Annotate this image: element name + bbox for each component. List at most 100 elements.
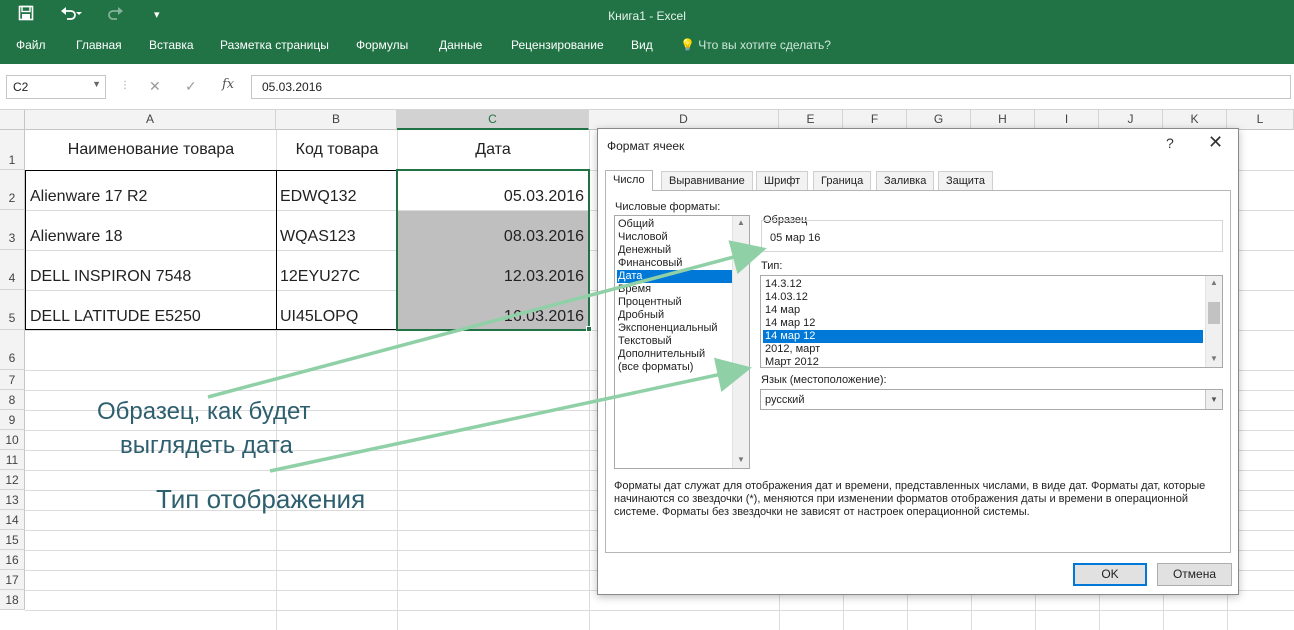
tab-formulas[interactable]: Формулы: [356, 38, 408, 52]
row-header-6[interactable]: 6: [0, 330, 25, 370]
row-header-11[interactable]: 11: [0, 450, 25, 470]
column-header-h[interactable]: H: [971, 110, 1035, 130]
type-item[interactable]: 2012, март: [763, 343, 1203, 356]
category-item[interactable]: Текстовый: [617, 335, 733, 348]
type-item[interactable]: 14.3.12: [763, 278, 1203, 291]
tab-review[interactable]: Рецензирование: [511, 38, 604, 52]
chevron-down-icon[interactable]: ▼: [1205, 390, 1222, 409]
cell-b5[interactable]: UI45LOPQ: [280, 308, 395, 326]
type-list[interactable]: 14.3.12 14.03.12 14 мар 14 мар 12 14 мар…: [760, 275, 1223, 368]
tell-me-box[interactable]: 💡 Что вы хотите сделать?: [680, 38, 831, 52]
fill-handle[interactable]: [586, 326, 592, 332]
category-item[interactable]: Дробный: [617, 309, 733, 322]
scroll-down-icon[interactable]: ▼: [737, 455, 745, 464]
tab-font[interactable]: Шрифт: [756, 171, 809, 191]
row-header-10[interactable]: 10: [0, 430, 25, 450]
cell-b4[interactable]: 12EYU27C: [280, 268, 395, 286]
cell-a4[interactable]: DELL INSPIRON 7548: [30, 268, 274, 286]
column-header-i[interactable]: I: [1035, 110, 1099, 130]
type-item[interactable]: 14 мар: [763, 304, 1203, 317]
row-header-18[interactable]: 18: [0, 590, 25, 610]
category-item[interactable]: Экспоненциальный: [617, 322, 733, 335]
row-header-2[interactable]: 2: [0, 170, 25, 210]
column-header-b[interactable]: B: [276, 110, 397, 130]
category-item[interactable]: (все форматы): [617, 361, 733, 374]
row-header-15[interactable]: 15: [0, 530, 25, 550]
help-icon[interactable]: ?: [1166, 135, 1174, 151]
column-header-j[interactable]: J: [1099, 110, 1163, 130]
enter-icon[interactable]: ✓: [185, 78, 197, 95]
cancel-button[interactable]: Отмена: [1157, 563, 1232, 586]
tab-data[interactable]: Данные: [439, 38, 482, 52]
column-header-c[interactable]: C: [397, 110, 589, 130]
row-header-5[interactable]: 5: [0, 290, 25, 330]
type-scrollbar[interactable]: ▲ ▼: [1205, 276, 1222, 367]
category-item[interactable]: Дополнительный: [617, 348, 733, 361]
row-header-8[interactable]: 8: [0, 390, 25, 410]
cell-b3[interactable]: WQAS123: [280, 228, 395, 246]
category-item[interactable]: Время: [617, 283, 733, 296]
column-header-k[interactable]: K: [1163, 110, 1227, 130]
scroll-up-icon[interactable]: ▲: [737, 218, 745, 227]
type-item-selected[interactable]: 14 мар 12: [763, 330, 1203, 343]
column-header-a[interactable]: A: [25, 110, 276, 130]
type-item[interactable]: 14 мар 12: [763, 317, 1203, 330]
close-icon[interactable]: ✕: [1208, 132, 1223, 153]
category-item[interactable]: Общий: [617, 218, 733, 231]
row-header-1[interactable]: 1: [0, 130, 25, 170]
category-item[interactable]: Числовой: [617, 231, 733, 244]
annotation-type: Тип отображения: [156, 484, 366, 514]
tab-fill[interactable]: Заливка: [876, 171, 935, 191]
cell-a2[interactable]: Alienware 17 R2: [30, 188, 274, 206]
column-header-f[interactable]: F: [843, 110, 907, 130]
type-item[interactable]: 14.03.12: [763, 291, 1203, 304]
tab-alignment[interactable]: Выравнивание: [661, 171, 753, 191]
scroll-thumb[interactable]: [1208, 302, 1220, 324]
cell-a5[interactable]: DELL LATITUDE E5250: [30, 308, 274, 326]
column-header-e[interactable]: E: [779, 110, 843, 130]
category-list[interactable]: Общий Числовой Денежный Финансовый Дата …: [614, 215, 750, 469]
row-header-16[interactable]: 16: [0, 550, 25, 570]
row-header-13[interactable]: 13: [0, 490, 25, 510]
tab-border[interactable]: Граница: [813, 171, 872, 191]
ribbon-tabs: Файл Главная Вставка Разметка страницы Ф…: [0, 32, 1294, 64]
row-header-12[interactable]: 12: [0, 470, 25, 490]
cell-c1[interactable]: Дата: [398, 141, 588, 159]
tab-home[interactable]: Главная: [76, 38, 122, 52]
name-box[interactable]: C2 ▼: [6, 75, 106, 99]
cell-b2[interactable]: EDWQ132: [280, 188, 395, 206]
tab-file[interactable]: Файл: [16, 38, 46, 52]
column-header-l[interactable]: L: [1227, 110, 1294, 130]
formula-input[interactable]: 05.03.2016: [251, 75, 1291, 99]
type-item[interactable]: Март 2012: [763, 356, 1203, 367]
row-header-9[interactable]: 9: [0, 410, 25, 430]
category-item-selected[interactable]: Дата: [617, 270, 733, 283]
ok-button[interactable]: OK: [1073, 563, 1147, 586]
category-scrollbar[interactable]: ▲ ▼: [732, 216, 749, 468]
cancel-icon[interactable]: ✕: [149, 78, 161, 95]
row-header-17[interactable]: 17: [0, 570, 25, 590]
select-all-corner[interactable]: [0, 110, 25, 130]
tab-page-layout[interactable]: Разметка страницы: [220, 38, 329, 52]
column-header-d[interactable]: D: [589, 110, 779, 130]
category-item[interactable]: Денежный: [617, 244, 733, 257]
cell-a3[interactable]: Alienware 18: [30, 228, 274, 246]
row-header-3[interactable]: 3: [0, 210, 25, 250]
scroll-down-icon[interactable]: ▼: [1210, 354, 1218, 363]
cell-b1[interactable]: Код товара: [277, 141, 397, 159]
tab-protection[interactable]: Защита: [938, 171, 993, 191]
scroll-up-icon[interactable]: ▲: [1210, 278, 1218, 287]
tab-insert[interactable]: Вставка: [149, 38, 194, 52]
category-item[interactable]: Финансовый: [617, 257, 733, 270]
language-select[interactable]: русский ▼: [760, 389, 1223, 410]
insert-function-icon[interactable]: fx: [222, 77, 234, 92]
row-header-4[interactable]: 4: [0, 250, 25, 290]
cell-a1[interactable]: Наименование товара: [26, 141, 276, 159]
row-header-14[interactable]: 14: [0, 510, 25, 530]
category-item[interactable]: Процентный: [617, 296, 733, 309]
row-header-7[interactable]: 7: [0, 370, 25, 390]
column-header-g[interactable]: G: [907, 110, 971, 130]
chevron-down-icon[interactable]: ▼: [92, 79, 101, 89]
tab-view[interactable]: Вид: [631, 38, 653, 52]
tab-number[interactable]: Число: [605, 170, 653, 191]
